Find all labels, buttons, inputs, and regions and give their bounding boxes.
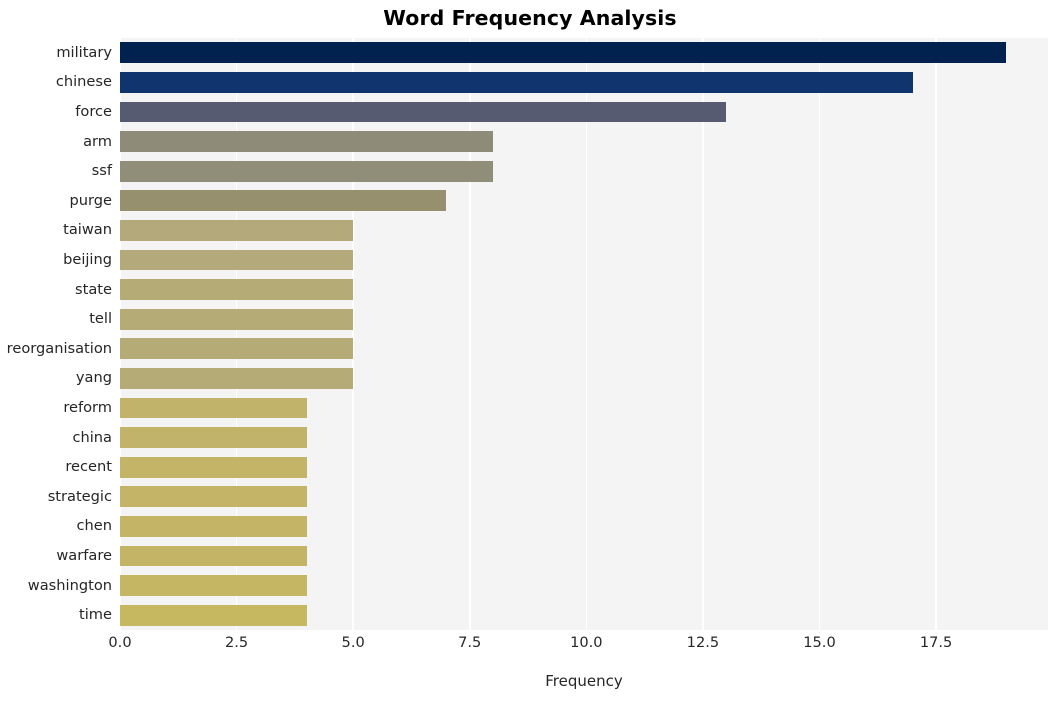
x-tick-label-2.5: 2.5	[224, 634, 249, 651]
y-tick-label-chinese: chinese	[55, 73, 112, 91]
bar-track	[120, 397, 1048, 419]
y-tick-label-state: state	[75, 280, 112, 298]
x-tick-label-12.5: 12.5	[686, 634, 720, 651]
bar-military[interactable]	[120, 42, 1007, 64]
bar-ssf[interactable]	[120, 160, 494, 182]
bar-track	[120, 308, 1048, 330]
bar-chinese[interactable]	[120, 72, 913, 93]
gridline-x-5.0	[352, 38, 354, 630]
gridline-x-2.5	[235, 38, 238, 630]
bar-track	[120, 190, 1048, 212]
bar-purge[interactable]	[120, 190, 447, 212]
y-tick-label-military: military	[56, 43, 112, 61]
bar-track	[120, 575, 1048, 596]
bar-track	[120, 101, 1048, 123]
bar-time[interactable]	[120, 604, 307, 626]
x-axis-tick-labels: 0.0 2.5 5.0 7.5 10.0 12.5 15.0 17.5	[108, 634, 1048, 658]
gridline-x-17.5	[935, 38, 937, 630]
x-tick-label-15.0: 15.0	[803, 634, 836, 651]
y-tick-label-beijing: beijing	[63, 251, 112, 268]
bar-state[interactable]	[120, 279, 354, 300]
y-tick-label-taiwan: taiwan	[63, 221, 112, 239]
bar-track	[120, 486, 1048, 508]
bar-strategic[interactable]	[120, 486, 307, 508]
y-axis-tick-labels: military chinese force arm ssf purge taiwan bei…	[0, 38, 112, 630]
bar-track	[120, 42, 1048, 64]
bar-track	[120, 131, 1048, 152]
bar-track	[120, 516, 1048, 537]
y-tick-label-chen: chen	[76, 517, 112, 535]
y-tick-label-reform: reform	[63, 399, 112, 416]
y-tick-label-purge: purge	[69, 191, 113, 209]
x-axis-title: Frequency	[545, 672, 623, 690]
bar-arm[interactable]	[120, 131, 494, 152]
bar-track	[120, 368, 1048, 389]
gridline-x-0.0	[120, 38, 121, 630]
x-tick-label-5.0: 5.0	[341, 634, 365, 651]
bar-recent[interactable]	[120, 456, 307, 478]
y-tick-label-yang: yang	[75, 369, 112, 387]
x-tick-label-10.0: 10.0	[570, 634, 603, 651]
bar-track	[120, 604, 1048, 626]
y-tick-label-time: time	[79, 606, 112, 624]
y-tick-label-washington: washington	[27, 576, 112, 594]
bar-track	[120, 72, 1048, 93]
chart-title: Word Frequency Analysis	[383, 6, 677, 30]
bar-warfare[interactable]	[120, 545, 307, 567]
gridline-x-7.5	[468, 38, 471, 630]
plot-area	[120, 38, 1048, 630]
y-tick-label-recent: recent	[65, 458, 112, 476]
gridline-x-10.0	[585, 38, 588, 630]
bar-track	[120, 220, 1048, 241]
x-tick-label-0.0: 0.0	[108, 634, 132, 651]
bar-yang[interactable]	[120, 368, 354, 389]
y-tick-label-ssf: ssf	[91, 162, 112, 180]
bar-track	[120, 338, 1048, 360]
bar-force[interactable]	[120, 101, 727, 123]
bar-track	[120, 249, 1048, 271]
y-tick-label-china: china	[72, 428, 112, 446]
bar-track	[120, 279, 1048, 300]
gridline-x-15.0	[818, 38, 821, 630]
bar-beijing[interactable]	[120, 249, 354, 271]
bar-reform[interactable]	[120, 397, 307, 419]
bar-washington[interactable]	[120, 575, 307, 596]
word-frequency-chart-figure: Word Frequency Analysis military chinese f…	[0, 0, 1060, 701]
bar-reorganisation[interactable]	[120, 338, 354, 360]
y-tick-label-arm: arm	[83, 132, 112, 150]
x-tick-label-7.5: 7.5	[458, 634, 482, 651]
bar-taiwan[interactable]	[120, 220, 354, 241]
y-tick-label-force: force	[75, 103, 112, 120]
gridline-x-12.5	[702, 38, 704, 630]
bar-track	[120, 427, 1048, 448]
y-tick-label-strategic: strategic	[47, 487, 112, 505]
bar-tell[interactable]	[120, 308, 354, 330]
y-tick-label-reorganisation: reorganisation	[6, 339, 112, 357]
bar-track	[120, 160, 1048, 182]
bar-china[interactable]	[120, 427, 307, 448]
bar-track	[120, 545, 1048, 567]
x-tick-label-17.5: 17.5	[919, 634, 953, 651]
bar-track	[120, 456, 1048, 478]
bar-chen[interactable]	[120, 516, 307, 537]
y-tick-label-tell: tell	[89, 310, 112, 328]
y-tick-label-warfare: warfare	[56, 547, 112, 564]
